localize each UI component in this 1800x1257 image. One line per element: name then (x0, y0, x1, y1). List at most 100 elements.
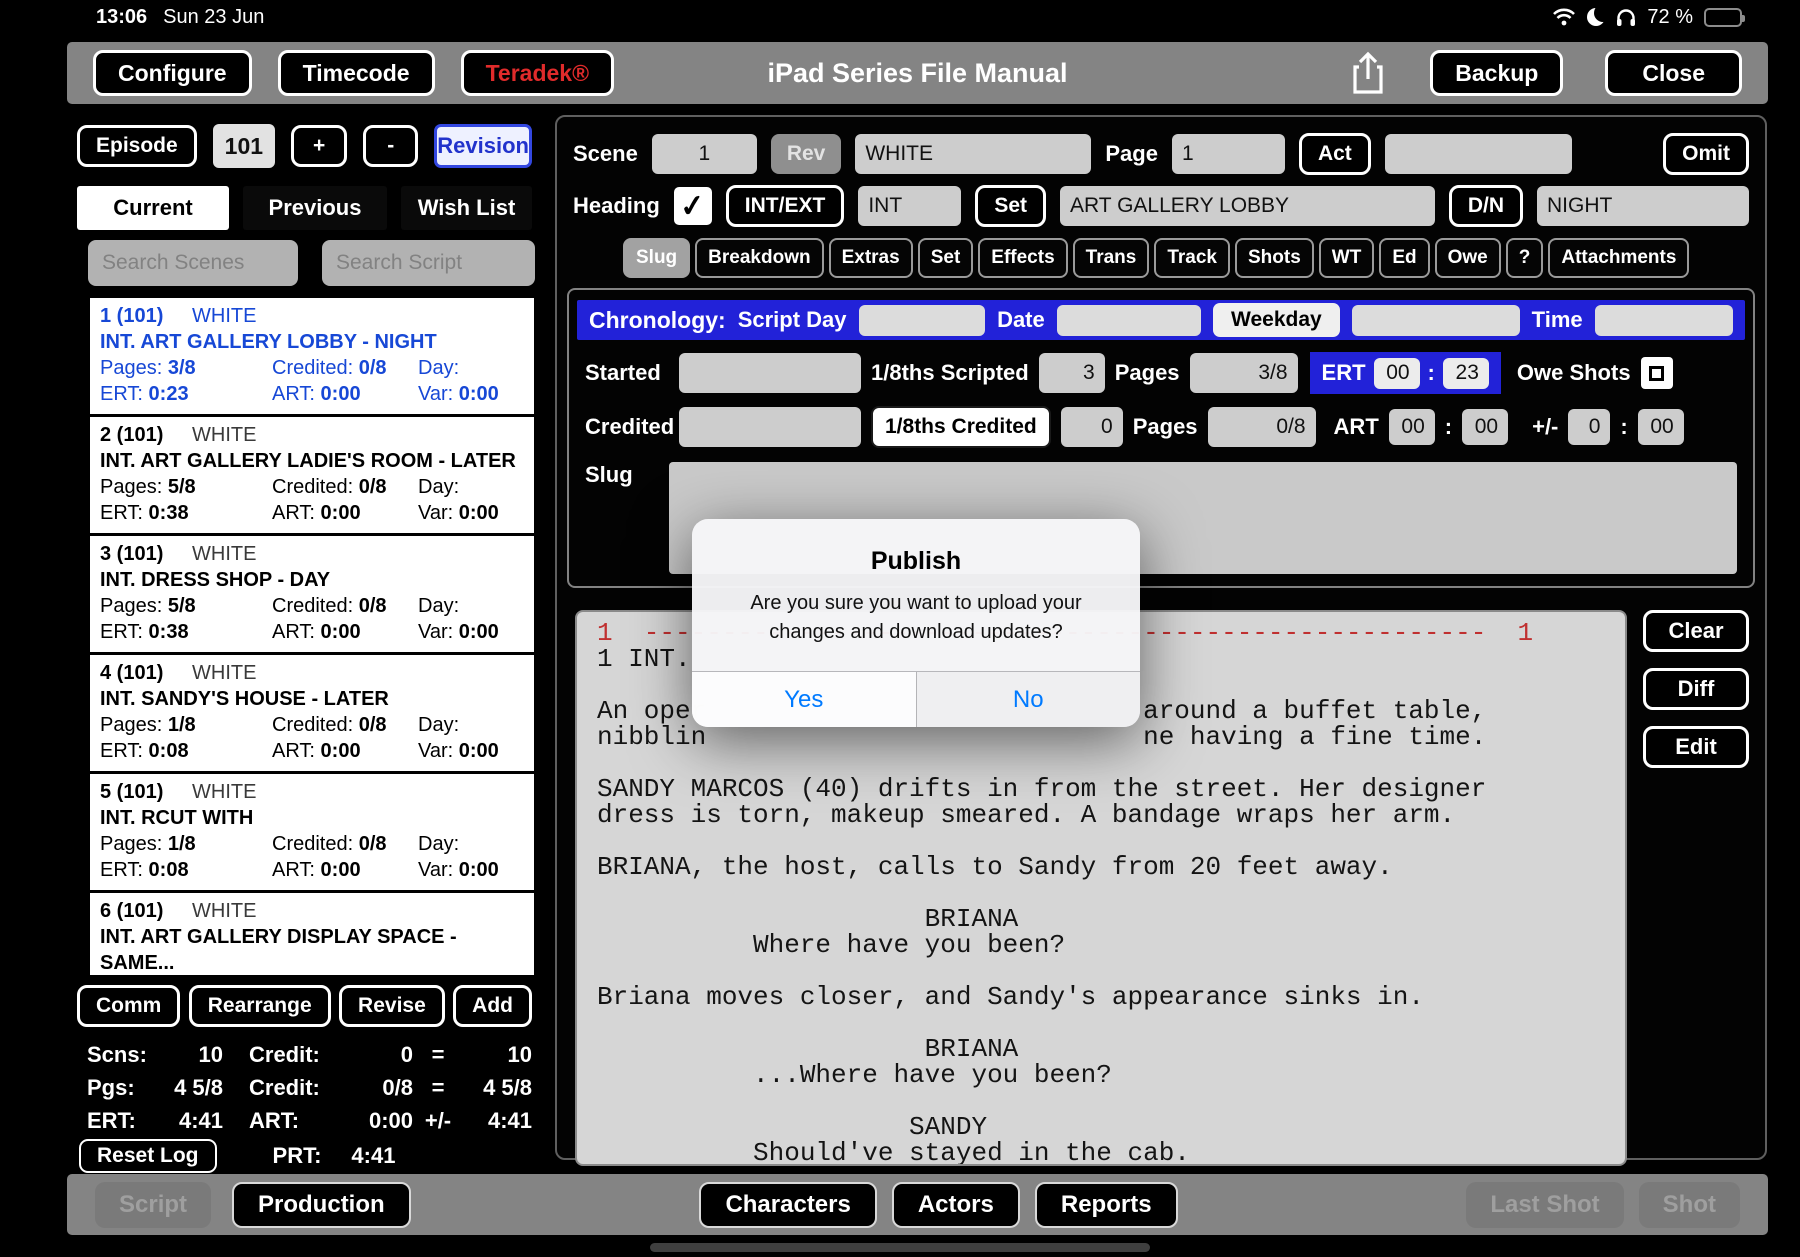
totals-rows: Scns: 10 Credit: 0 = 10 Pgs: 4 5/8 Credit: 0/8 = 4 … (77, 1038, 532, 1137)
revise-button[interactable]: Revise (339, 985, 445, 1027)
editor-tab-1[interactable]: Breakdown (695, 238, 824, 278)
app-root: 13:06 Sun 23 Jun 72 % Configure Timecode… (0, 0, 1800, 1257)
pm-hours-field[interactable]: 0 (1568, 409, 1611, 445)
teradek-button[interactable]: Teradek® (460, 50, 615, 96)
tab-previous[interactable]: Previous (243, 186, 387, 230)
script-day-field[interactable] (858, 304, 986, 336)
credited-8ths-button[interactable]: 1/8ths Credited (871, 406, 1051, 448)
dialog-yes-button[interactable]: Yes (692, 672, 916, 727)
scripted-8ths-field[interactable]: 3 (1038, 353, 1105, 393)
comm-button[interactable]: Comm (77, 985, 181, 1027)
omit-button[interactable]: Omit (1663, 133, 1749, 175)
act-button[interactable]: Act (1298, 133, 1371, 175)
credited-field[interactable] (679, 407, 861, 447)
top-toolbar: Configure Timecode Teradek® iPad Series … (67, 42, 1768, 104)
scene-list-item[interactable]: 2 (101) WHITE INT. ART GALLERY LADIE'S ROO… (90, 417, 534, 533)
reports-button[interactable]: Reports (1034, 1181, 1178, 1228)
shot-button[interactable]: Shot (1638, 1181, 1740, 1228)
editor-tab-11[interactable]: ? (1505, 238, 1544, 278)
scene-list-item[interactable]: 6 (101) WHITE INT. ART GALLERY DISPLAY SPA… (90, 893, 534, 975)
credited-8ths-field[interactable]: 0 (1060, 407, 1123, 447)
dn-field[interactable]: NIGHT (1537, 186, 1749, 226)
pages-credited-field[interactable]: 0/8 (1207, 407, 1316, 447)
episode-plus-button[interactable]: + (291, 125, 348, 167)
weekday-field[interactable] (1351, 304, 1520, 336)
tab-current[interactable]: Current (77, 186, 229, 230)
art-minutes-field[interactable]: 00 (1462, 409, 1509, 445)
editor-tab-4[interactable]: Effects (978, 238, 1068, 278)
characters-button[interactable]: Characters (699, 1181, 877, 1228)
scene-list-item[interactable]: 1 (101) WHITE INT. ART GALLERY LOBBY - NIG… (90, 298, 534, 414)
rev-button[interactable]: Rev (770, 134, 842, 174)
last-shot-button[interactable]: Last Shot (1466, 1181, 1624, 1228)
chronology-label: Chronology: (589, 306, 726, 333)
editor-tabs: Slug Breakdown Extras Set Effects Trans Track S… (623, 238, 1755, 278)
scene-list-item[interactable]: 4 (101) WHITE INT. SANDY'S HOUSE - LATER Pa… (90, 655, 534, 771)
tab-wish-list[interactable]: Wish List (401, 186, 532, 230)
diff-button[interactable]: Diff (1643, 668, 1749, 710)
close-button[interactable]: Close (1605, 50, 1742, 96)
set-button[interactable]: Set (975, 185, 1046, 227)
ert-hours-field[interactable]: 00 (1373, 357, 1420, 389)
script-view-button[interactable]: Script (95, 1181, 212, 1228)
editor-tab-7[interactable]: Shots (1235, 238, 1314, 278)
owe-shots-checkbox[interactable] (1640, 357, 1673, 389)
int-ext-button[interactable]: INT/EXT (725, 185, 845, 227)
dialog-no-button[interactable]: No (915, 672, 1140, 727)
configure-button[interactable]: Configure (93, 50, 252, 96)
editor-tab-5[interactable]: Trans (1072, 238, 1150, 278)
script-line: SANDY (597, 1112, 988, 1142)
act-field[interactable] (1384, 134, 1572, 174)
add-button[interactable]: Add (453, 985, 532, 1027)
editor-tab-8[interactable]: WT (1318, 238, 1375, 278)
scene-list-item[interactable]: 3 (101) WHITE INT. DRESS SHOP - DAY Pages: … (90, 536, 534, 652)
edit-button[interactable]: Edit (1643, 726, 1749, 768)
date-field[interactable] (1056, 304, 1202, 336)
art-hours-field[interactable]: 00 (1388, 409, 1435, 445)
started-field[interactable] (679, 353, 861, 393)
actors-button[interactable]: Actors (891, 1181, 1020, 1228)
revision-color-field[interactable]: WHITE (855, 134, 1092, 174)
backup-button[interactable]: Backup (1430, 50, 1564, 96)
heading-checkbox[interactable]: ✓ (673, 187, 712, 225)
editor-tab-12[interactable]: Attachments (1548, 238, 1690, 278)
int-ext-field[interactable]: INT (858, 186, 962, 226)
search-scenes-input[interactable] (88, 240, 298, 286)
script-line: Should've stayed in the cab. (597, 1138, 1190, 1166)
weekday-button[interactable]: Weekday (1213, 303, 1340, 337)
episode-button[interactable]: Episode (77, 125, 197, 167)
pm-minutes-field[interactable]: 00 (1637, 409, 1684, 445)
editor-tab-10[interactable]: Owe (1434, 238, 1501, 278)
scene-label: Scene (573, 141, 638, 166)
dn-button[interactable]: D/N (1448, 185, 1523, 227)
scene-list-item[interactable]: 5 (101) WHITE INT. RCUT WITH Pages: 1/8 Cred… (90, 774, 534, 890)
episode-number-field[interactable]: 101 (212, 124, 276, 168)
started-label: Started (585, 360, 661, 385)
editor-tab-3[interactable]: Set (917, 238, 974, 278)
rearrange-button[interactable]: Rearrange (188, 985, 331, 1027)
editor-tab-6[interactable]: Track (1154, 238, 1230, 278)
search-script-input[interactable] (322, 240, 535, 286)
timecode-button[interactable]: Timecode (277, 50, 435, 96)
time-label: Time (1531, 307, 1583, 332)
reset-log-button[interactable]: Reset Log (79, 1139, 217, 1173)
editor-tab-0[interactable]: Slug (623, 238, 691, 278)
battery-icon (1704, 7, 1745, 27)
page-field[interactable]: 1 (1171, 134, 1285, 174)
revision-field[interactable]: Revision (434, 124, 532, 168)
editor-tab-9[interactable]: Ed (1379, 238, 1430, 278)
clear-button[interactable]: Clear (1643, 610, 1749, 652)
home-indicator[interactable] (650, 1243, 1150, 1252)
editor-tab-2[interactable]: Extras (828, 238, 913, 278)
script-line: BRIANA (597, 1034, 1019, 1064)
pages-scripted-field[interactable]: 3/8 (1189, 353, 1298, 393)
set-field[interactable]: ART GALLERY LOBBY (1060, 186, 1435, 226)
ert-minutes-field[interactable]: 23 (1442, 357, 1489, 389)
heading-label: Heading (573, 193, 660, 218)
script-line: BRIANA (597, 904, 1019, 934)
time-field[interactable] (1594, 304, 1733, 336)
production-view-button[interactable]: Production (232, 1181, 411, 1228)
scene-number-field[interactable]: 1 (651, 134, 757, 174)
episode-minus-button[interactable]: - (363, 125, 419, 167)
share-upload-icon[interactable] (1348, 50, 1388, 96)
